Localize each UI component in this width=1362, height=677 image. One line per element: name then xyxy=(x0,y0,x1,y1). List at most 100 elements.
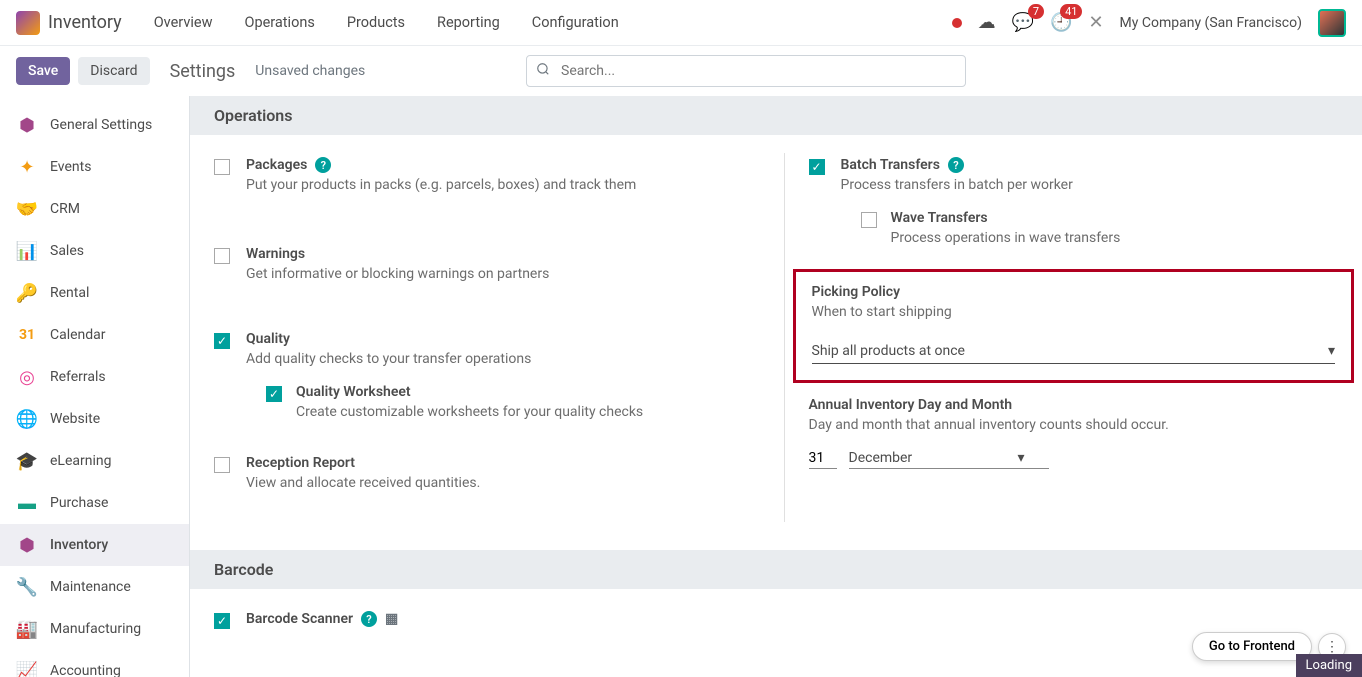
sidebar-item-label: Calendar xyxy=(50,327,106,343)
barcode-header: Barcode xyxy=(190,550,1362,589)
setting-quality: ✓ Quality Add quality checks to your tra… xyxy=(214,327,744,427)
caret-down-icon: ▾ xyxy=(1328,343,1335,359)
sidebar-item-maintenance[interactable]: 🔧Maintenance xyxy=(0,566,189,608)
sidebar-item-purchase[interactable]: ▬ Purchase xyxy=(0,482,189,524)
sidebar-item-label: General Settings xyxy=(50,117,152,133)
maintenance-icon: 🔧 xyxy=(16,576,38,598)
sidebar-item-calendar[interactable]: 31Calendar xyxy=(0,314,189,356)
barcode-scanner-title: Barcode Scanner xyxy=(246,611,353,627)
nav-configuration[interactable]: Configuration xyxy=(520,10,631,35)
app-logo-icon[interactable] xyxy=(16,11,40,35)
nav-operations[interactable]: Operations xyxy=(232,10,326,35)
sidebar-item-accounting[interactable]: 📈Accounting xyxy=(0,650,189,677)
help-icon[interactable]: ? xyxy=(315,157,331,173)
events-icon: ✦ xyxy=(16,156,38,178)
action-bar: Save Discard Settings Unsaved changes xyxy=(0,46,1362,96)
accounting-icon: 📈 xyxy=(16,660,38,677)
sidebar-item-rental[interactable]: 🔑 Rental xyxy=(0,272,189,314)
messages-icon[interactable]: 💬7 xyxy=(1012,12,1034,33)
quality-worksheet-checkbox[interactable]: ✓ xyxy=(266,386,282,402)
status-dot-icon xyxy=(952,18,962,28)
setting-warnings: Warnings Get informative or blocking war… xyxy=(214,242,744,289)
sidebar-item-label: Inventory xyxy=(50,537,108,553)
packages-title: Packages xyxy=(246,157,307,173)
wave-checkbox[interactable] xyxy=(861,212,877,228)
sidebar-item-label: Sales xyxy=(50,243,84,259)
annual-month-value: December xyxy=(849,450,913,466)
sidebar-item-events[interactable]: ✦Events xyxy=(0,146,189,188)
batch-desc: Process transfers in batch per worker xyxy=(841,175,1339,196)
help-icon[interactable]: ? xyxy=(948,157,964,173)
setting-barcode-scanner: ✓ Barcode Scanner ? ▦ xyxy=(214,607,1338,633)
activities-badge: 41 xyxy=(1060,4,1082,19)
search-box xyxy=(526,55,966,87)
avatar[interactable] xyxy=(1318,9,1346,37)
annual-desc: Day and month that annual inventory coun… xyxy=(809,415,1339,436)
unsaved-status: Unsaved changes xyxy=(255,63,365,79)
sidebar-item-website[interactable]: 🌐 Website xyxy=(0,398,189,440)
batch-checkbox[interactable]: ✓ xyxy=(809,159,825,175)
content-area: Operations Packages ? Put your products … xyxy=(190,96,1362,677)
caret-down-icon: ▾ xyxy=(1017,450,1024,466)
manufacturing-icon: 🏭 xyxy=(16,618,38,640)
top-nav: Inventory Overview Operations Products R… xyxy=(0,0,1362,46)
sidebar-item-referrals[interactable]: ◎ Referrals xyxy=(0,356,189,398)
sidebar-item-manufacturing[interactable]: 🏭 Manufacturing xyxy=(0,608,189,650)
quality-checkbox[interactable]: ✓ xyxy=(214,333,230,349)
sidebar-item-sales[interactable]: 📊Sales xyxy=(0,230,189,272)
reception-desc: View and allocate received quantities. xyxy=(246,473,744,494)
sidebar-item-inventory[interactable]: ⬢ Inventory xyxy=(0,524,189,566)
company-name[interactable]: My Company (San Francisco) xyxy=(1120,15,1302,31)
picking-policy-select[interactable]: Ship all products at once ▾ xyxy=(812,339,1336,364)
debug-icon[interactable]: ✕ xyxy=(1088,12,1103,33)
sidebar-item-label: Purchase xyxy=(50,495,108,511)
search-icon xyxy=(536,62,550,80)
discard-button[interactable]: Discard xyxy=(78,57,149,85)
annual-month-select[interactable]: December ▾ xyxy=(849,448,1049,469)
search-input[interactable] xyxy=(526,55,966,87)
sidebar-item-general[interactable]: ⬢ General Settings xyxy=(0,104,189,146)
sidebar-item-crm[interactable]: 🤝CRM xyxy=(0,188,189,230)
wave-title: Wave Transfers xyxy=(891,210,988,226)
sidebar-item-label: Rental xyxy=(50,285,89,301)
messages-badge: 7 xyxy=(1028,4,1044,19)
website-icon: 🌐 xyxy=(16,408,38,430)
go-to-frontend-button[interactable]: Go to Frontend xyxy=(1192,632,1312,661)
elearning-icon: 🎓 xyxy=(16,450,38,472)
app-title[interactable]: Inventory xyxy=(48,12,122,33)
inventory-icon: ⬢ xyxy=(16,534,38,556)
quality-title: Quality xyxy=(246,331,290,347)
building-icon[interactable]: ▦ xyxy=(385,611,398,627)
setting-reception: Reception Report View and allocate recei… xyxy=(214,451,744,498)
nav-reporting[interactable]: Reporting xyxy=(425,10,512,35)
reception-title: Reception Report xyxy=(246,455,355,471)
nav-overview[interactable]: Overview xyxy=(142,10,225,35)
reception-checkbox[interactable] xyxy=(214,457,230,473)
setting-batch: ✓ Batch Transfers ? Process transfers in… xyxy=(809,153,1339,253)
warnings-checkbox[interactable] xyxy=(214,248,230,264)
purchase-icon: ▬ xyxy=(16,492,38,514)
picking-title: Picking Policy xyxy=(812,284,901,300)
packages-checkbox[interactable] xyxy=(214,159,230,175)
batch-title: Batch Transfers xyxy=(841,157,940,173)
activities-icon[interactable]: 🕘41 xyxy=(1050,12,1072,33)
sidebar-item-label: Manufacturing xyxy=(50,621,141,637)
wave-desc: Process operations in wave transfers xyxy=(891,228,1121,249)
tray-icon[interactable]: ☁ xyxy=(978,12,996,33)
save-button[interactable]: Save xyxy=(16,57,70,85)
top-nav-left: Inventory Overview Operations Products R… xyxy=(16,10,631,35)
help-icon[interactable]: ? xyxy=(361,611,377,627)
cube-icon: ⬢ xyxy=(16,114,38,136)
operations-header: Operations xyxy=(190,96,1362,135)
sidebar-item-label: Referrals xyxy=(50,369,106,385)
quality-worksheet-desc: Create customizable worksheets for your … xyxy=(296,402,643,423)
referrals-icon: ◎ xyxy=(16,366,38,388)
packages-desc: Put your products in packs (e.g. parcels… xyxy=(246,175,744,196)
annual-day-input[interactable] xyxy=(809,448,837,469)
rental-icon: 🔑 xyxy=(16,282,38,304)
top-nav-right: ☁ 💬7 🕘41 ✕ My Company (San Francisco) xyxy=(952,9,1346,37)
sidebar-item-elearning[interactable]: 🎓eLearning xyxy=(0,440,189,482)
barcode-scanner-checkbox[interactable]: ✓ xyxy=(214,613,230,629)
nav-products[interactable]: Products xyxy=(335,10,417,35)
sidebar-item-label: Website xyxy=(50,411,100,427)
